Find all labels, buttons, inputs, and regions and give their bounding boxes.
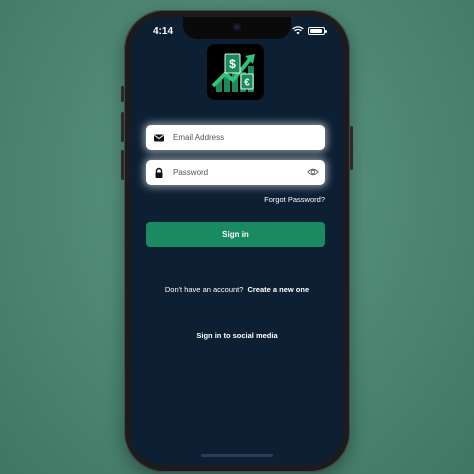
dollar-icon: $ [229,57,236,71]
no-account-text: Don't have an account? [164,285,244,294]
eye-icon[interactable] [307,167,319,177]
volume-up-button [121,112,124,142]
password-input[interactable] [173,168,303,177]
camera-icon [233,23,241,31]
mail-icon [154,134,164,141]
euro-icon: € [244,78,250,89]
side-button [121,86,124,102]
forgot-password-link[interactable]: Forgot Password? [264,195,325,204]
wifi-icon [292,26,304,35]
sign-in-button[interactable]: Sign in [146,222,325,247]
create-account-row: Don't have an account? Create a new one [131,285,343,294]
notch [183,17,291,39]
home-indicator [201,454,273,457]
phone-screen: 4:14 $ € Email Address Forgot Password? … [131,17,343,465]
status-icons [292,26,327,35]
status-time: 4:14 [153,26,174,37]
volume-down-button [121,150,124,180]
email-field[interactable] [146,125,325,150]
email-input[interactable] [173,133,303,142]
create-account-link[interactable]: Create a new one [247,285,309,294]
password-field[interactable] [146,160,325,185]
app-logo: $ € [207,44,264,100]
lock-icon [155,167,163,178]
battery-icon [308,26,327,35]
chart-growth-icon: $ € [211,53,255,92]
power-button [350,126,353,170]
social-sign-in-link[interactable]: Sign in to social media [131,331,343,340]
